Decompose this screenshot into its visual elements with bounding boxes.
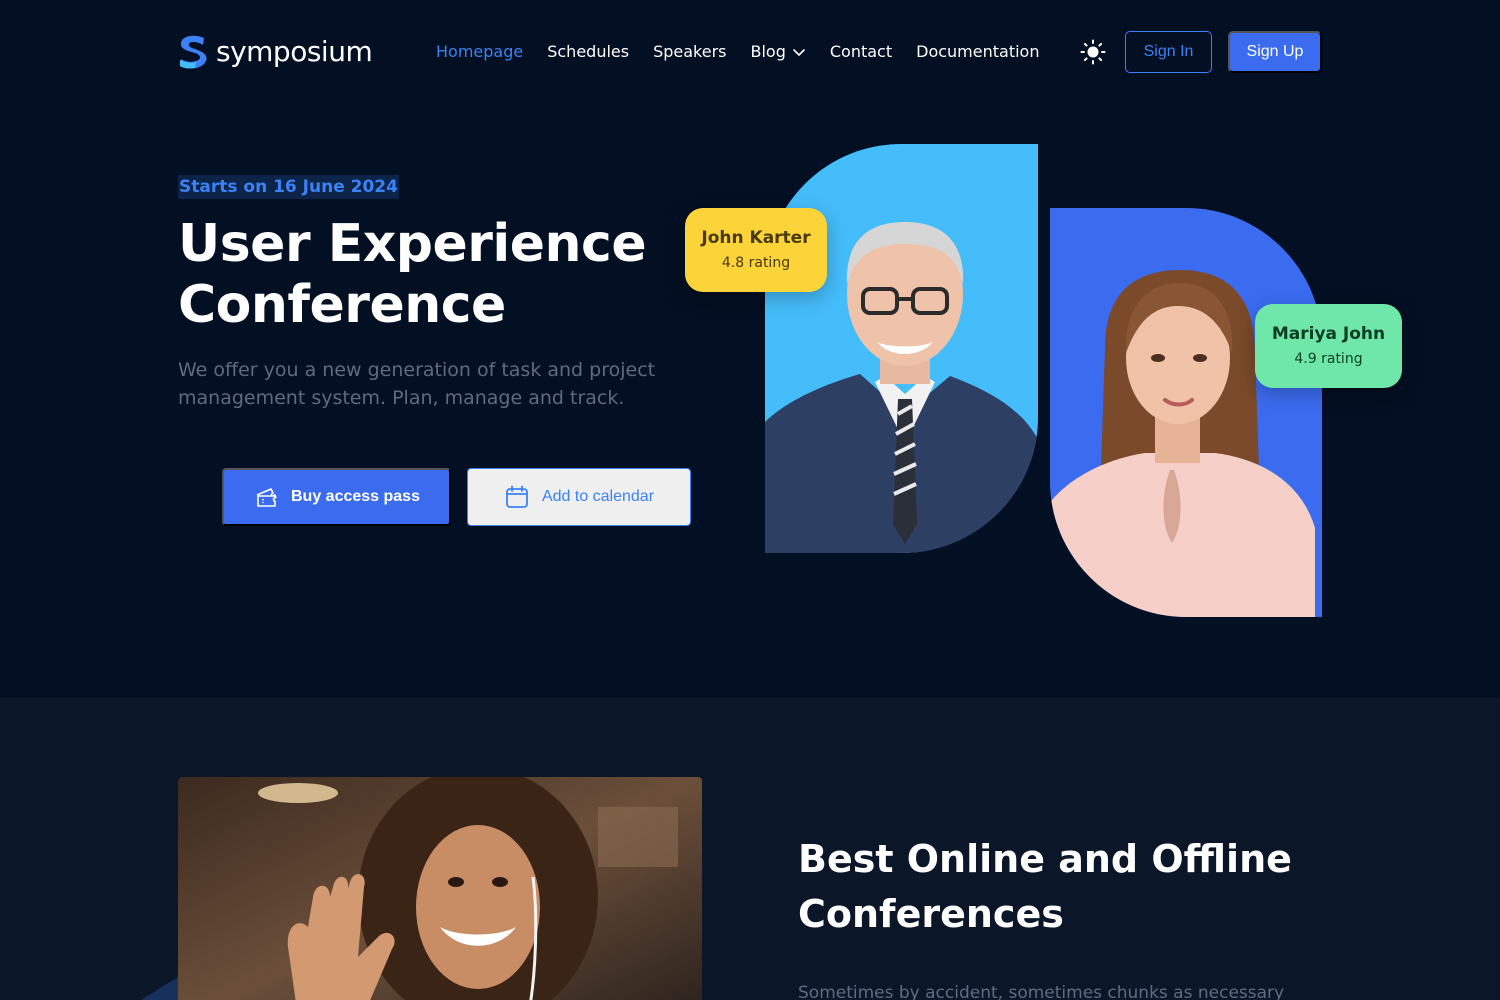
sign-up-button[interactable]: Sign Up [1228, 31, 1322, 73]
chevron-down-icon [793, 49, 805, 56]
speaker-rating: 4.9 rating [1294, 351, 1363, 367]
nav-item-blog[interactable]: Blog [751, 41, 806, 63]
hero-description: We offer you a new generation of task an… [178, 359, 656, 409]
conference-attendee-photo [178, 777, 702, 1000]
event-date-tag: Starts on 16 June 2024 [178, 175, 399, 199]
main-nav: Homepage Schedules Speakers Blog Contact… [436, 41, 1063, 63]
calendar-icon [506, 485, 528, 508]
speaker-name: Mariya John [1271, 324, 1386, 344]
brand-name: symposium [216, 35, 373, 68]
sign-in-button[interactable]: Sign In [1125, 31, 1212, 73]
speaker-badge-john-karter: John Karter 4.8 rating [685, 208, 827, 292]
speaker-rating: 4.8 rating [721, 255, 791, 271]
section-text: Sometimes by accident, sometimes chunks … [798, 983, 1285, 1000]
nav-item-contact[interactable]: Contact [830, 41, 892, 63]
nav-item-documentation[interactable]: Documentation [916, 41, 1039, 63]
logo-icon [180, 35, 207, 69]
site-header: symposium Homepage Schedules Speakers Bl… [0, 0, 1500, 104]
about-section: Best Online and Offline Conferences Some… [0, 697, 1500, 1000]
page: symposium Homepage Schedules Speakers Bl… [0, 0, 1500, 1000]
add-to-calendar-button[interactable]: Add to calendar [467, 468, 691, 526]
speaker-photo-john-karter [765, 144, 1038, 553]
hero-title: User Experience Conference [178, 214, 658, 336]
sun-icon[interactable] [1080, 39, 1106, 65]
hero-title-line-1: User Experience [178, 214, 647, 274]
buy-access-pass-label: Buy access pass [291, 488, 420, 505]
nav-item-blog-label: Blog [750, 42, 786, 61]
buy-access-pass-button[interactable]: Buy access pass [222, 468, 451, 526]
nav-item-speakers[interactable]: Speakers [653, 41, 726, 63]
nav-item-homepage[interactable]: Homepage [436, 41, 523, 63]
speaker-badge-mariya-john: Mariya John 4.9 rating [1255, 304, 1402, 388]
ticket-icon [256, 488, 277, 507]
brand-logo[interactable]: symposium [178, 34, 373, 70]
nav-item-schedules[interactable]: Schedules [547, 41, 629, 63]
section-title: Best Online and Offline Conferences [798, 837, 1292, 936]
hero-title-line-2: Conference [178, 275, 506, 335]
speaker-photo-mariya-john [1050, 208, 1322, 617]
speaker-name: John Karter [701, 228, 811, 248]
add-to-calendar-label: Add to calendar [541, 488, 655, 505]
